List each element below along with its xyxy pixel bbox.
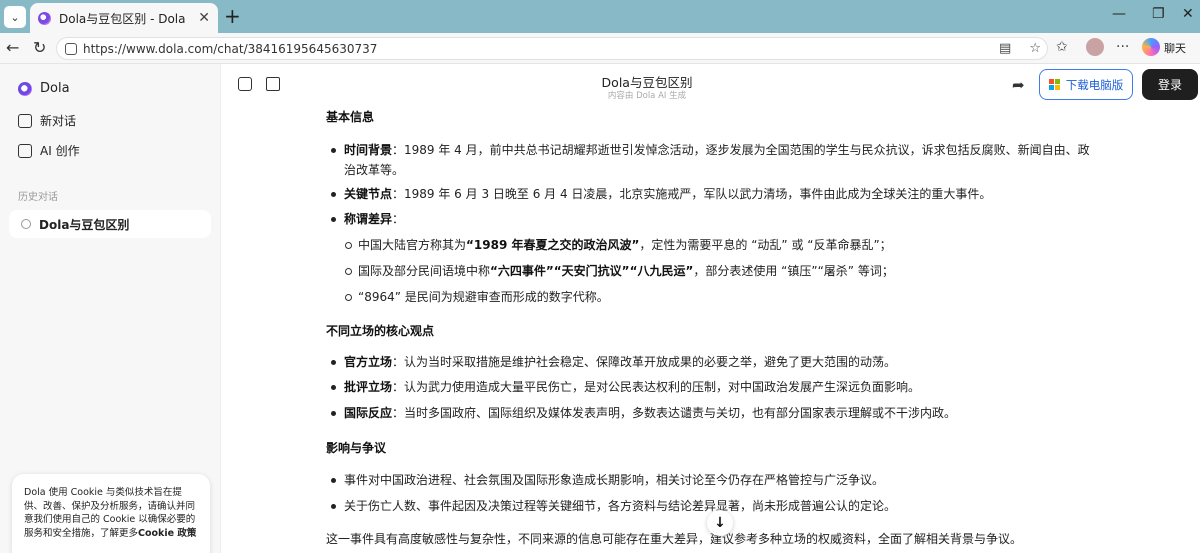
profile-avatar[interactable] [1086,38,1104,56]
item-text: ：认为武力使用造成大量平民伤亡，是对公民表达权利的压制，对中国政治发展产生深远负… [392,380,921,394]
section-heading: 基本信息 [326,110,375,124]
list-item: 批评立场：认为武力使用造成大量平民伤亡，是对公民表达权利的压制，对中国政治发展产… [331,377,1096,397]
history-item[interactable]: Dola与豆包区别 [9,210,211,238]
item-label: 关键节点 [344,187,393,201]
favorites-icon[interactable]: ✩ [1056,39,1068,55]
list-item: 事件对中国政治进程、社会氛围及国际形象造成长期影响，相关讨论至今仍存在严格管控与… [331,470,1096,490]
url-input[interactable]: https://www.dola.com/chat/38416195645630… [56,37,1048,60]
item-text: ： [392,212,405,226]
close-window-button[interactable]: ✕ [1182,6,1194,22]
reader-mode-icon[interactable]: ▤ [993,41,1017,56]
list-item: 官方立场：认为当时采取措施是维护社会稳定、保障改革开放成果的必要之举，避免了更大… [331,352,1096,372]
item-label: 国际反应 [344,406,393,420]
sidebar-item-label: 新对话 [40,114,77,128]
item-text: ，定性为需要平息的 “动乱” 或 “反革命暴乱”； [639,238,892,252]
section-heading: 影响与争议 [326,441,387,455]
back-arrow-icon[interactable]: ← [6,38,19,57]
item-text: ：1989 年 6 月 3 日晚至 6 月 4 日凌晨，北京实施戒严，军队以武力… [392,187,992,201]
item-text: ：当时多国政府、国际组织及媒体发表声明，多数表达谴责与关切，也有部分国家表示理解… [392,406,957,420]
image-icon [18,143,32,158]
chat-message-content: 基本信息 时间背景：1989 年 4 月，前中共总书记胡耀邦逝世引发悼念活动，逐… [326,106,1096,553]
sidebar-item-new-chat[interactable]: 新对话 [18,112,76,129]
download-desktop-button[interactable]: 下载电脑版 [1039,69,1133,100]
brand[interactable]: Dola [18,81,70,96]
dola-favicon-icon [38,11,51,25]
windows-logo-icon [1048,79,1060,90]
sub-list-item: 国际及部分民间语境中称“六四事件”“天安门抗议”“八九民运”，部分表述使用 “镇… [345,261,1096,281]
login-button[interactable]: 登录 [1142,69,1198,100]
chat-bubble-icon [21,219,31,229]
list-item: 关键节点：1989 年 6 月 3 日晚至 6 月 4 日凌晨，北京实施戒严，军… [331,184,1096,204]
sidebar-item-label: AI 创作 [40,144,80,158]
close-tab-icon[interactable]: ✕ [198,10,210,26]
reload-icon[interactable]: ↻ [33,38,46,57]
item-emphasis: “六四事件”“天安门抗议”“八九民运” [490,264,694,278]
brand-name: Dola [40,81,70,96]
item-text: 中国大陆官方称其为 [358,238,467,252]
browser-tab-bar: ⌄ Dola与豆包区别 - Dola ✕ + — ❐ ✕ [0,0,1200,33]
sidebar: Dola 新对话 AI 创作 历史对话 Dola与豆包区别 Dola 使用 Co… [0,64,221,553]
item-text: ：1989 年 4 月，前中共总书记胡耀邦逝世引发悼念活动，逐步发展为全国范围的… [344,143,1090,177]
cookie-policy-link[interactable]: Cookie 政策 [138,528,196,539]
more-menu-icon[interactable]: ··· [1116,39,1129,55]
favorite-star-icon[interactable]: ☆ [1023,41,1047,56]
maximize-button[interactable]: ❐ [1152,6,1165,22]
item-text: ，部分表述使用 “镇压”“屠杀” 等词； [693,264,894,278]
minimize-button[interactable]: — [1112,6,1126,22]
cookie-notice: Dola 使用 Cookie 与类似技术旨在提供、改善、保护及分析服务，请确认并… [12,474,210,553]
sub-list-item: 中国大陆官方称其为“1989 年春夏之交的政治风波”，定性为需要平息的 “动乱”… [345,235,1096,255]
url-text: https://www.dola.com/chat/38416195645630… [83,41,378,56]
dola-logo-icon [18,81,32,96]
browser-tab[interactable]: Dola与豆包区别 - Dola ✕ [30,3,218,33]
list-item: 时间背景：1989 年 4 月，前中共总书记胡耀邦逝世引发悼念活动，逐步发展为全… [331,140,1096,180]
scroll-to-bottom-button[interactable]: ↓ [707,510,733,536]
new-tab-button[interactable]: + [224,5,241,27]
browser-address-bar: ← ↻ https://www.dola.com/chat/3841619564… [0,33,1200,64]
item-text: ：认为当时采取措施是维护社会稳定、保障改革开放成果的必要之举，避免了更大范围的动… [392,355,897,369]
history-section-label: 历史对话 [18,192,58,203]
copilot-chat-label[interactable]: 聊天 [1164,40,1186,56]
edit-icon [18,113,32,128]
item-label: 批评立场 [344,380,393,394]
site-info-icon[interactable] [65,42,77,55]
chat-header: Dola与豆包区别 内容由 Dola AI 生成 ➦ 下载电脑版 登录 [222,64,1200,106]
tab-title: Dola与豆包区别 - Dola [59,11,186,26]
list-item: 称谓差异： [331,209,1096,229]
section-heading: 不同立场的核心观点 [326,324,435,338]
sub-list-item: “8964” 是民间为规避审查而形成的数字代称。 [345,287,1096,307]
download-label: 下载电脑版 [1065,77,1124,92]
page-subtitle: 内容由 Dola AI 生成 [607,91,687,101]
tab-actions-chevron-icon[interactable]: ⌄ [4,6,26,28]
sidebar-item-ai-create[interactable]: AI 创作 [18,142,80,159]
item-emphasis: “1989 年春夏之交的政治风波” [466,238,640,252]
copilot-icon[interactable] [1142,38,1160,56]
item-label: 时间背景 [344,143,393,157]
item-label: 官方立场 [344,355,393,369]
item-text: 国际及部分民间语境中称 [358,264,491,278]
share-icon[interactable]: ➦ [1012,76,1025,94]
item-label: 称谓差异 [344,212,393,226]
list-item: 国际反应：当时多国政府、国际组织及媒体发表声明，多数表达谴责与关切，也有部分国家… [331,403,1096,423]
history-item-label: Dola与豆包区别 [39,217,130,232]
